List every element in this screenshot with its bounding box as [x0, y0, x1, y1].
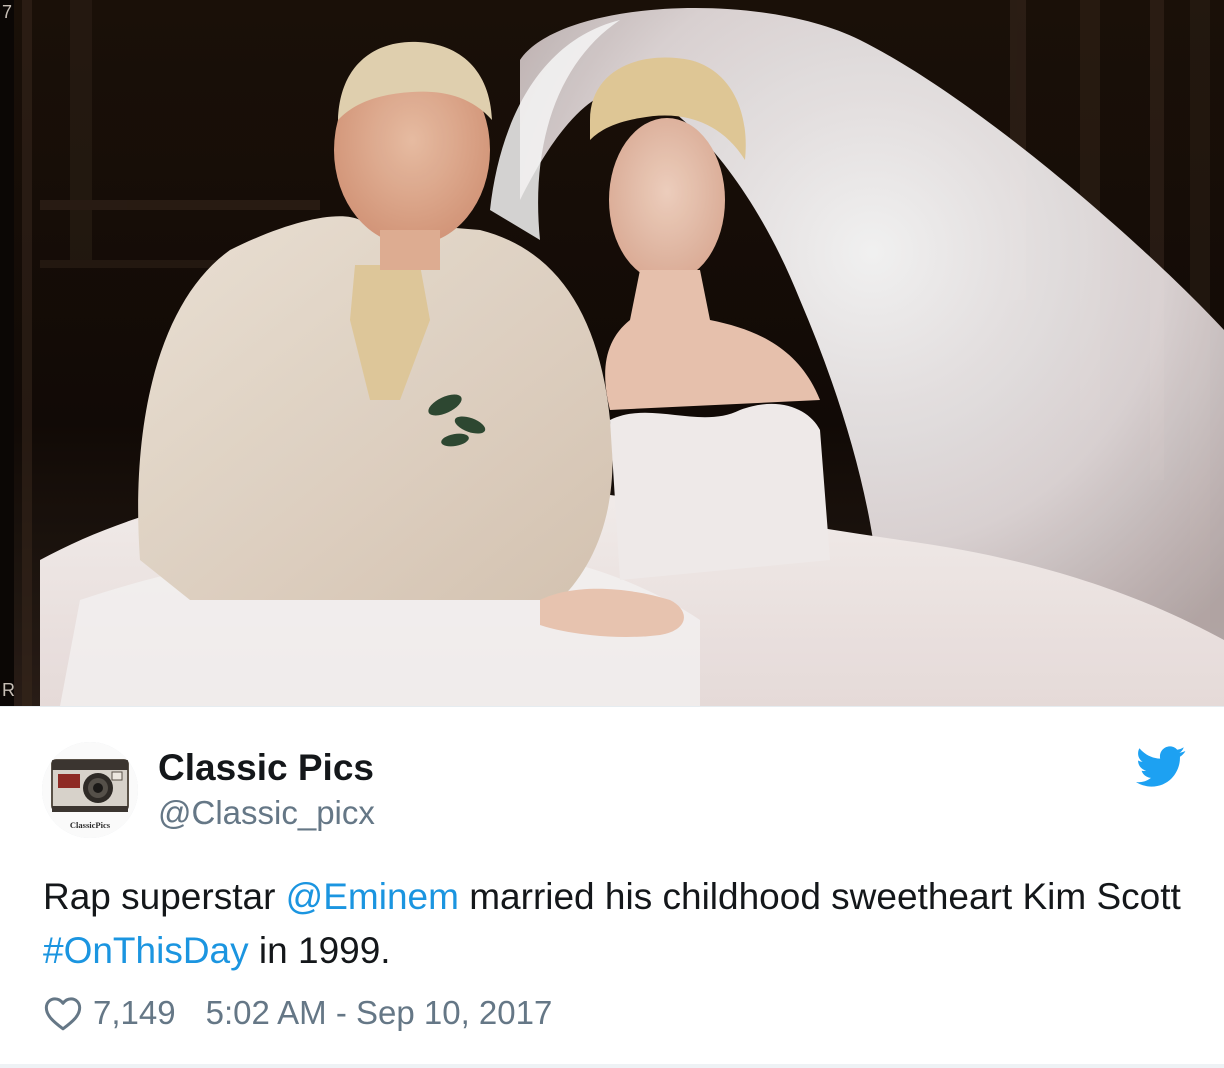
avatar-caption: ClassicPics — [70, 820, 111, 830]
twitter-bird-icon[interactable] — [1136, 745, 1186, 789]
like-count[interactable]: 7,149 — [93, 994, 176, 1032]
heart-icon[interactable] — [43, 994, 83, 1032]
camera-icon: ClassicPics — [42, 742, 138, 838]
tweet-timestamp[interactable]: 5:02 AM - Sep 10, 2017 — [206, 994, 553, 1032]
hashtag-link[interactable]: #OnThisDay — [43, 930, 249, 971]
tweet-card: 7 R ClassicPics Classic Pics @Classic_pi… — [0, 0, 1224, 1068]
tweet-footer: 7,149 5:02 AM - Sep 10, 2017 — [43, 990, 552, 1036]
tweet-text: Rap superstar @Eminem married his childh… — [43, 870, 1193, 978]
author-avatar[interactable]: ClassicPics — [42, 742, 138, 838]
tweet-text-part: Rap superstar — [43, 876, 286, 917]
mention-link[interactable]: @Eminem — [286, 876, 459, 917]
tweet-text-part: in 1999. — [248, 930, 391, 971]
photo-divider — [0, 706, 1224, 707]
tweet-text-part: married his childhood sweetheart Kim Sco… — [458, 876, 1181, 917]
author-display-name[interactable]: Classic Pics — [158, 745, 374, 791]
card-bottom-border — [0, 1064, 1224, 1068]
author-handle[interactable]: @Classic_picx — [158, 792, 375, 834]
tweet-photo[interactable]: 7 R — [0, 0, 1224, 706]
